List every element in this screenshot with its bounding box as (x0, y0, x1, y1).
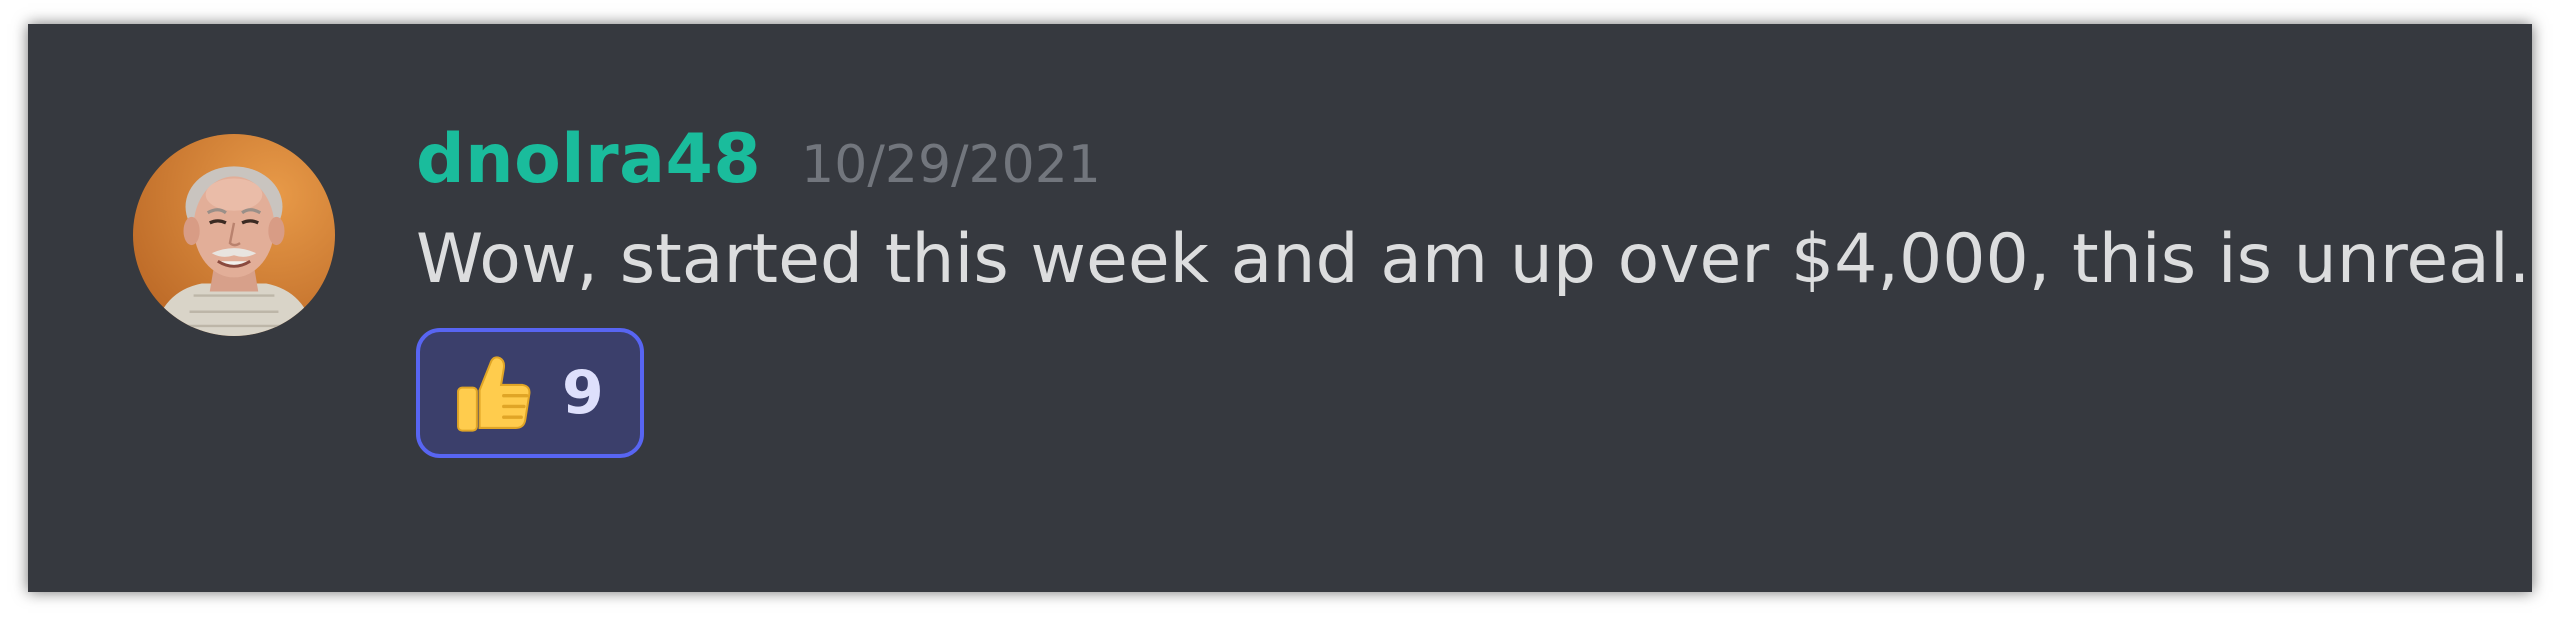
message-header: dnolra48 10/29/2021 (416, 116, 2492, 204)
username[interactable]: dnolra48 (416, 116, 761, 204)
thumbs-up-icon (450, 350, 536, 436)
reactions-bar: 9 (416, 328, 2492, 458)
reaction-thumbs-up[interactable]: 9 (416, 328, 644, 458)
timestamp: 10/29/2021 (801, 135, 1101, 195)
message-body: dnolra48 10/29/2021 Wow, started this we… (416, 116, 2531, 458)
chat-message-card: dnolra48 10/29/2021 Wow, started this we… (28, 24, 2532, 592)
reaction-count: 9 (562, 358, 604, 428)
screenshot-stage: dnolra48 10/29/2021 Wow, started this we… (0, 0, 2560, 624)
avatar-image (133, 134, 335, 336)
avatar[interactable] (133, 134, 335, 336)
message-content: Wow, started this week and am up over $4… (416, 220, 2531, 299)
